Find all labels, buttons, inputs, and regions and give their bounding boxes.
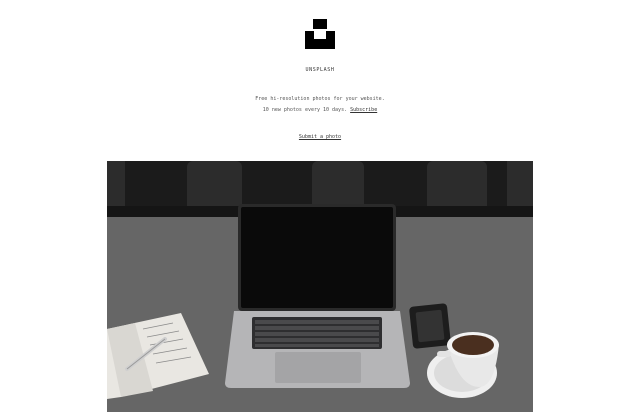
laptop [225, 204, 410, 388]
smartphone [409, 303, 451, 349]
subscription-line: 10 new photos every 10 days. Subscribe [0, 107, 640, 113]
submit-photo-link[interactable]: Submit a photo [299, 134, 341, 140]
subscribe-link[interactable]: Subscribe [350, 107, 377, 113]
submit-photo-line: Submit a photo [0, 134, 640, 140]
unsplash-logo-icon[interactable] [305, 19, 335, 49]
subscription-text: 10 new photos every 10 days. [262, 107, 348, 113]
hero-photo[interactable] [107, 161, 533, 412]
tagline: Free hi-resolution photos for your websi… [255, 96, 385, 102]
brand-name: UNSPLASH [305, 67, 335, 73]
